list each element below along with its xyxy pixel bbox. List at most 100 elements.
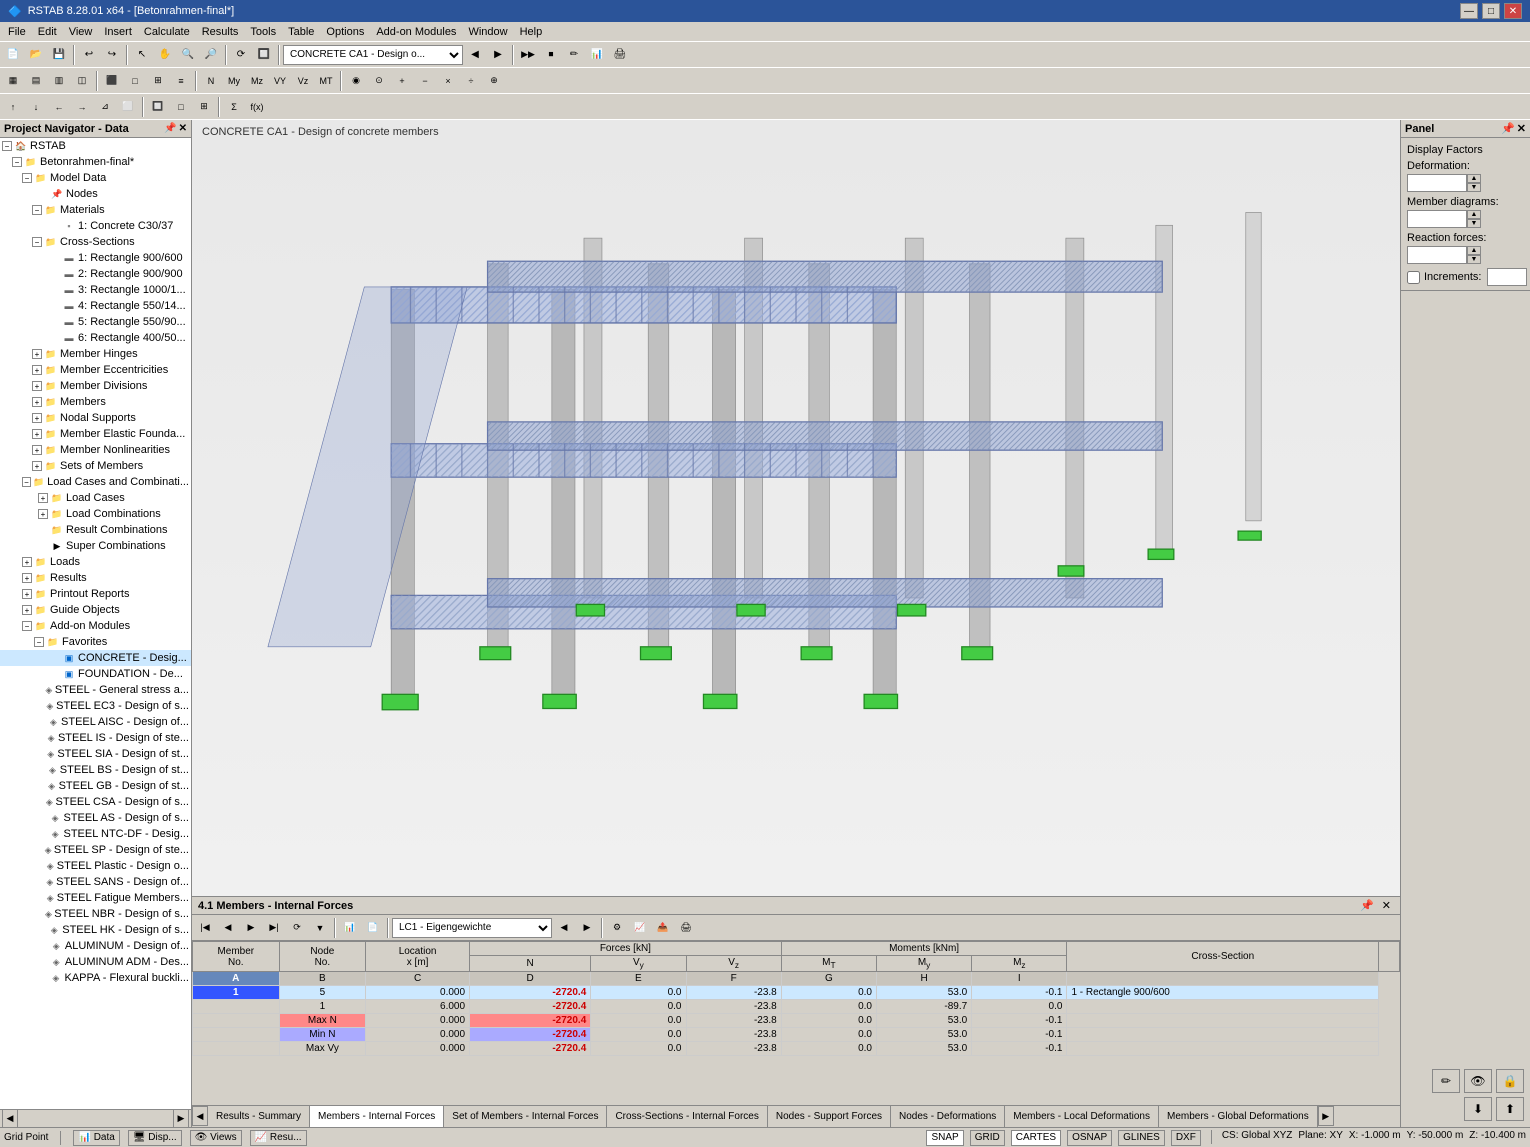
member-diagrams-up[interactable]: ▲	[1467, 210, 1481, 219]
tree-nodal-supports[interactable]: + 📁 Nodal Supports	[0, 410, 191, 426]
tb-select[interactable]: ↖	[131, 44, 153, 66]
panel-close-button[interactable]: ✕	[179, 123, 187, 134]
tb-new[interactable]: 📄	[2, 44, 24, 66]
tab-cross-sections[interactable]: Cross-Sections - Internal Forces	[607, 1106, 767, 1127]
panel-close-btn[interactable]: ✕	[1379, 899, 1394, 912]
tree-kappa[interactable]: ◈ KAPPA - Flexural buckli...	[0, 970, 191, 986]
tree-steel-aisc[interactable]: ◈ STEEL AISC - Design of...	[0, 714, 191, 730]
rp-lock-icon[interactable]: 🔒	[1496, 1069, 1524, 1093]
member-diagrams-down[interactable]: ▼	[1467, 219, 1481, 228]
tab-nav-right[interactable]: ▶	[1318, 1106, 1334, 1126]
tree-steel-is[interactable]: ◈ STEEL IS - Design of ste...	[0, 730, 191, 746]
lc-combo[interactable]: LC1 - Eigengewichte	[392, 918, 552, 938]
bt-last[interactable]: ▶|	[263, 917, 285, 939]
tree-steel-plastic[interactable]: ◈ STEEL Plastic - Design o...	[0, 858, 191, 874]
tree-steel-csa[interactable]: ◈ STEEL CSA - Design of s...	[0, 794, 191, 810]
tb3-8[interactable]: □	[170, 96, 192, 118]
tree-steel-hk[interactable]: ◈ STEEL HK - Design of s...	[0, 922, 191, 938]
tree-result-combos[interactable]: 📁 Result Combinations	[0, 522, 191, 538]
tb2-2[interactable]: ▤	[25, 70, 47, 92]
tab-members-internal[interactable]: Members - Internal Forces	[310, 1106, 444, 1127]
tb-stop[interactable]: ⏹	[540, 44, 562, 66]
tb2-20[interactable]: ÷	[460, 70, 482, 92]
tb-run[interactable]: ▶▶	[517, 44, 539, 66]
tb2-19[interactable]: ×	[437, 70, 459, 92]
tree-project[interactable]: − 📁 Betonrahmen-final*	[0, 154, 191, 170]
tree-steel-sans[interactable]: ◈ STEEL SANS - Design of...	[0, 874, 191, 890]
tree-sets[interactable]: + 📁 Sets of Members	[0, 458, 191, 474]
bt-refresh[interactable]: ⟳	[286, 917, 308, 939]
tb-prev[interactable]: ◀	[464, 44, 486, 66]
tree-steel-ec3[interactable]: ◈ STEEL EC3 - Design of s...	[0, 698, 191, 714]
tree-steel-fatigue[interactable]: ◈ STEEL Fatigue Members...	[0, 890, 191, 906]
status-grid[interactable]: GRID	[970, 1130, 1005, 1146]
nav-left[interactable]: ◀	[2, 1109, 18, 1128]
menu-file[interactable]: File	[2, 24, 32, 40]
tb-rotate[interactable]: ⟳	[230, 44, 252, 66]
tree-cs3[interactable]: ▬ 3: Rectangle 1000/1...	[0, 282, 191, 298]
panel-pin-button[interactable]: 📌	[164, 123, 176, 134]
tree-steel-gb[interactable]: ◈ STEEL GB - Design of st...	[0, 778, 191, 794]
tb3-10[interactable]: Σ	[223, 96, 245, 118]
bt-settings[interactable]: ⚙	[606, 917, 628, 939]
tree-steel-general[interactable]: ◈ STEEL - General stress a...	[0, 682, 191, 698]
tree-printout[interactable]: + 📁 Printout Reports	[0, 586, 191, 602]
tree-cs2[interactable]: ▬ 2: Rectangle 900/900	[0, 266, 191, 282]
tree-steel-sia[interactable]: ◈ STEEL SIA - Design of st...	[0, 746, 191, 762]
tab-members-global[interactable]: Members - Global Deformations	[1159, 1106, 1318, 1127]
tree-cs5[interactable]: ▬ 5: Rectangle 550/90...	[0, 314, 191, 330]
bt-next[interactable]: ▶	[240, 917, 262, 939]
tree-load-combos[interactable]: + 📁 Load Combinations	[0, 506, 191, 522]
bt-export-excel[interactable]: 📊	[339, 917, 361, 939]
table-row[interactable]: Min N 0.000 -2720.4 0.0 -23.8 0.0 53.0 -…	[193, 1028, 1400, 1042]
tree-loads[interactable]: + 📁 Loads	[0, 554, 191, 570]
tree-cs1[interactable]: ▬ 1: Rectangle 900/600	[0, 250, 191, 266]
tree-aluminum-adm[interactable]: ◈ ALUMINUM ADM - Des...	[0, 954, 191, 970]
table-row[interactable]: Max Vy 0.000 -2720.4 0.0 -23.8 0.0 53.0 …	[193, 1042, 1400, 1056]
increments-input[interactable]	[1487, 268, 1527, 286]
tb2-16[interactable]: ⊙	[368, 70, 390, 92]
bt-lc-next[interactable]: ▶	[576, 917, 598, 939]
tab-results-summary[interactable]: Results - Summary	[208, 1106, 310, 1127]
tb3-4[interactable]: →	[71, 96, 93, 118]
viewport[interactable]: CONCRETE CA1 - Design of concrete member…	[192, 120, 1400, 897]
tree-favorites[interactable]: − 📁 Favorites	[0, 634, 191, 650]
tb2-21[interactable]: ⊕	[483, 70, 505, 92]
tb3-9[interactable]: ⊞	[193, 96, 215, 118]
rp-edit-icon[interactable]: ✏	[1432, 1069, 1460, 1093]
status-dxf[interactable]: DXF	[1171, 1130, 1201, 1146]
tree-nodes[interactable]: 📌 Nodes	[0, 186, 191, 202]
tb-redo[interactable]: ↪	[101, 44, 123, 66]
tb2-6[interactable]: □	[124, 70, 146, 92]
bt-lc-prev[interactable]: ◀	[553, 917, 575, 939]
tree-concrete[interactable]: ▪ 1: Concrete C30/37	[0, 218, 191, 234]
tree-member-ecc[interactable]: + 📁 Member Eccentricities	[0, 362, 191, 378]
tree-model-data[interactable]: − 📁 Model Data	[0, 170, 191, 186]
tb3-1[interactable]: ↑	[2, 96, 24, 118]
menu-calculate[interactable]: Calculate	[138, 24, 196, 40]
tb3-7[interactable]: 🔲	[147, 96, 169, 118]
tb2-9[interactable]: N	[200, 70, 222, 92]
rp-close[interactable]: ✕	[1517, 122, 1526, 135]
bt-export-text[interactable]: 📄	[362, 917, 384, 939]
tab-nodes-deform[interactable]: Nodes - Deformations	[891, 1106, 1005, 1127]
status-osnap[interactable]: OSNAP	[1067, 1130, 1112, 1146]
tb2-5[interactable]: ⬛	[101, 70, 123, 92]
bt-prev[interactable]: ◀	[217, 917, 239, 939]
tb-zoom-in[interactable]: 🔍	[177, 44, 199, 66]
tree-member-hinges[interactable]: + 📁 Member Hinges	[0, 346, 191, 362]
tree-rstab[interactable]: − 🏠 RSTAB	[0, 138, 191, 154]
rp-view-icon[interactable]: 👁	[1464, 1069, 1492, 1093]
menu-options[interactable]: Options	[320, 24, 370, 40]
close-button[interactable]: ✕	[1504, 3, 1522, 19]
tree-cs6[interactable]: ▬ 6: Rectangle 400/50...	[0, 330, 191, 346]
deformation-up[interactable]: ▲	[1467, 174, 1481, 183]
tb3-6[interactable]: ⬜	[117, 96, 139, 118]
tree-steel-as[interactable]: ◈ STEEL AS - Design of s...	[0, 810, 191, 826]
tree-nonlinearities[interactable]: + 📁 Member Nonlinearities	[0, 442, 191, 458]
table-row[interactable]: 1 5 0.000 -2720.4 0.0 -23.8 0.0 53.0 -0.…	[193, 986, 1400, 1000]
deformation-down[interactable]: ▼	[1467, 183, 1481, 192]
tb2-14[interactable]: MT	[315, 70, 337, 92]
tree-cross-sections[interactable]: − 📁 Cross-Sections	[0, 234, 191, 250]
menu-results[interactable]: Results	[196, 24, 245, 40]
